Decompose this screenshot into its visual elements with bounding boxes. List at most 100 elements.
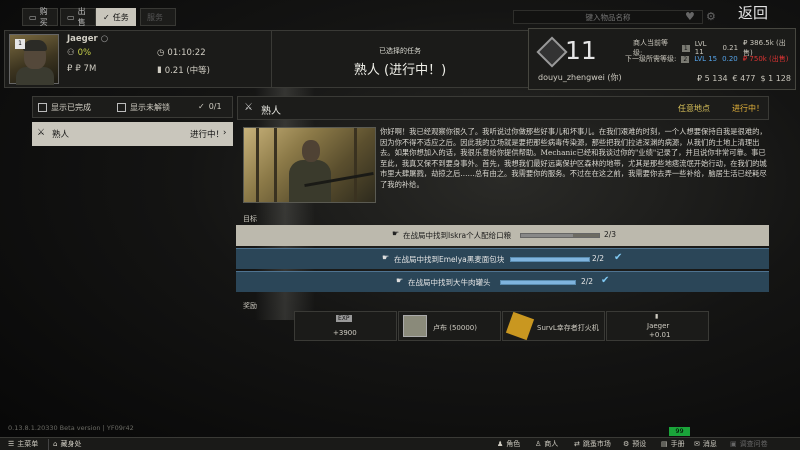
character-button[interactable]: ♟ 角色 [497,439,520,449]
trader-cash: ₽ 7M [75,64,97,74]
pointer-icon: ☛ [382,253,390,262]
tab-buy[interactable]: ▭ 购买 [22,7,58,27]
item-icon [403,315,427,337]
market-icon: ⇄ [574,440,580,448]
quest-check-icon: ✓ [103,12,110,22]
next-loyalty-chip: 2 [681,55,690,63]
handshake-icon: ⚇ [67,48,75,58]
quest-filter-bar: 显示已完成 显示未解锁 ✓ 0/1 [32,96,233,118]
dollars: $ 1 128 [760,74,791,83]
ruble-icon: ₽ [67,64,73,74]
clock-icon: ◷ [157,48,165,58]
objective-text: 在战局中找到Iskra个人配给口粮 [403,231,512,240]
reward-item: SurvL幸存者打火机 [502,311,605,341]
bars-icon: ▮ [655,313,659,320]
menu-icon: ☰ [8,440,15,448]
objective-row: ☛ 在战局中找到大牛肉罐头 2/2 ✔ [236,271,769,292]
builds-icon: ⚙ [623,440,630,448]
check-circle-icon: ✓ [198,102,205,111]
quest-detail-name: 熟人 [261,106,281,117]
search-input[interactable] [513,10,703,24]
reward-exp: EXP +3900 [294,311,397,341]
objective-count: 2/2 [581,277,594,286]
selected-quest-title: 熟人 (进行中！) [353,63,447,78]
restock-row: ◷ 01:10:22 [157,48,206,58]
reward-item-name: 卢布 (50000) [433,324,477,332]
objective-count: 2/3 [604,230,617,239]
trader-name-row: Jaeger ○ [67,34,108,44]
cart-icon: ▭ [29,12,37,22]
player-panel: 11 douyu_zhengwei (你) 商人当前等级: 1 LVL 11 0… [528,28,796,90]
trader-profile: 1 Jaeger ○ ⚇ 0% ₽ ₽ 7M ◷ 01:10:22 ▮ 0.21 (中等) [4,30,272,88]
tab-quests[interactable]: ✓ 任务 [96,8,136,26]
selected-quest-caption: 已选择的任务 [379,47,421,55]
exp-amount: +3900 [333,329,357,337]
quest-location[interactable]: 任意地点 [678,103,710,114]
bottom-bar: ☰ 主菜单 ⌂ 藏身处 ♟ 角色 ♙ 商人 ⇄ 跳蚤市场 ⚙ 预设 ▤ 手册 ✉ 消息 ▣ 调查问… [0,437,800,450]
objective-row: ☛ 在战局中找到Emelya黑麦面包块 2/2 ✔ [236,248,769,269]
pointer-icon: ☛ [392,229,400,238]
sell-icon: ▭ [67,12,75,22]
survey-button[interactable]: ▣ 调查问卷 [730,439,768,449]
quest-detail-status: 进行中！ [732,104,764,113]
lighter-icon [505,311,535,341]
handbook-icon: ▤ [661,440,668,448]
objective-progress-bar [500,280,576,285]
restock-timer: 01:10:22 [167,48,206,58]
back-button[interactable]: 返回 [738,2,768,23]
standing-row: ⚇ 0% [67,48,91,58]
quest-icon: ⚔ [37,128,46,138]
top-bar: ▭购买 ▭出售 ✓任务 服务 ♥ ⚙ 返回 [0,4,800,27]
traders-button[interactable]: ♙ 商人 [535,439,558,449]
objective-text: 在战局中找到大牛肉罐头 [408,278,491,287]
main-menu-button[interactable]: ☰ 主菜单 [8,439,38,449]
flea-market-button[interactable]: ⇄ 跳蚤市场 [574,439,611,449]
quest-image [243,127,376,203]
chevron-right-icon: › [223,128,227,138]
objective-progress-bar [520,233,600,238]
trader-level-badge: 1 [15,39,25,49]
quest-list-item[interactable]: ⚔ 熟人 进行中！ › [32,122,233,146]
roubles: ₽ 5 134 [697,74,728,83]
tab-services[interactable]: 服务 [140,8,176,26]
check-icon: ✔ [601,275,610,286]
hideout-button[interactable]: ⌂ 藏身处 [53,439,81,449]
info-icon: ○ [100,34,109,44]
exp-icon: EXP [336,315,352,322]
show-locked-toggle[interactable]: 显示未解锁 [117,102,170,113]
checkbox-icon [117,103,126,112]
euros: € 477 [732,74,756,83]
builds-button[interactable]: ⚙ 预设 [623,439,646,449]
traders-icon: ♙ [535,440,542,448]
objective-count: 2/2 [592,254,605,263]
settings-icon[interactable]: ⚙ [706,10,716,23]
objective-progress-bar [510,257,590,262]
check-icon: ✔ [614,252,623,263]
heart-icon[interactable]: ♥ [685,10,695,23]
pointer-icon: ☛ [396,276,404,285]
reputation-amount: +0.01 [649,331,671,339]
hideout-icon: ⌂ [53,440,58,448]
trader-avatar: 1 [9,34,59,85]
objective-row: ☛ 在战局中找到Iskra个人配给口粮 2/3 [236,225,769,246]
handbook-button[interactable]: ▤ 手册 [661,439,685,449]
quest-count: ✓ 0/1 [198,102,222,111]
checkbox-icon [38,103,47,112]
tab-sell[interactable]: ▭ 出售 [60,7,96,27]
objective-text: 在战局中找到Emelya黑麦面包块 [394,255,505,264]
quest-item-status: 进行中！ [190,130,225,140]
trader-name: Jaeger [67,34,98,44]
player-level: 11 [565,36,597,65]
messenger-button[interactable]: ✉ 消息 [694,439,717,449]
player-nickname: douyu_zhengwei (你) [538,73,622,82]
objectives-label: 目标 [243,215,257,223]
quest-description: 你好啊！我已经观察你很久了。我听说过你做那些好事儿和坏事儿。在我们艰难的时刻，一… [380,127,767,189]
quest-item-name: 熟人 [52,130,70,140]
show-completed-toggle[interactable]: 显示已完成 [38,102,91,113]
reward-reputation: ▮ Jaeger +0.01 [606,311,709,341]
player-currencies: ₽ 5 134 € 477 $ 1 128 [697,74,791,83]
level-icon [536,36,568,68]
quest-icon: ⚔ [244,102,253,113]
standing-value: 0% [77,48,92,58]
character-icon: ♟ [497,440,504,448]
